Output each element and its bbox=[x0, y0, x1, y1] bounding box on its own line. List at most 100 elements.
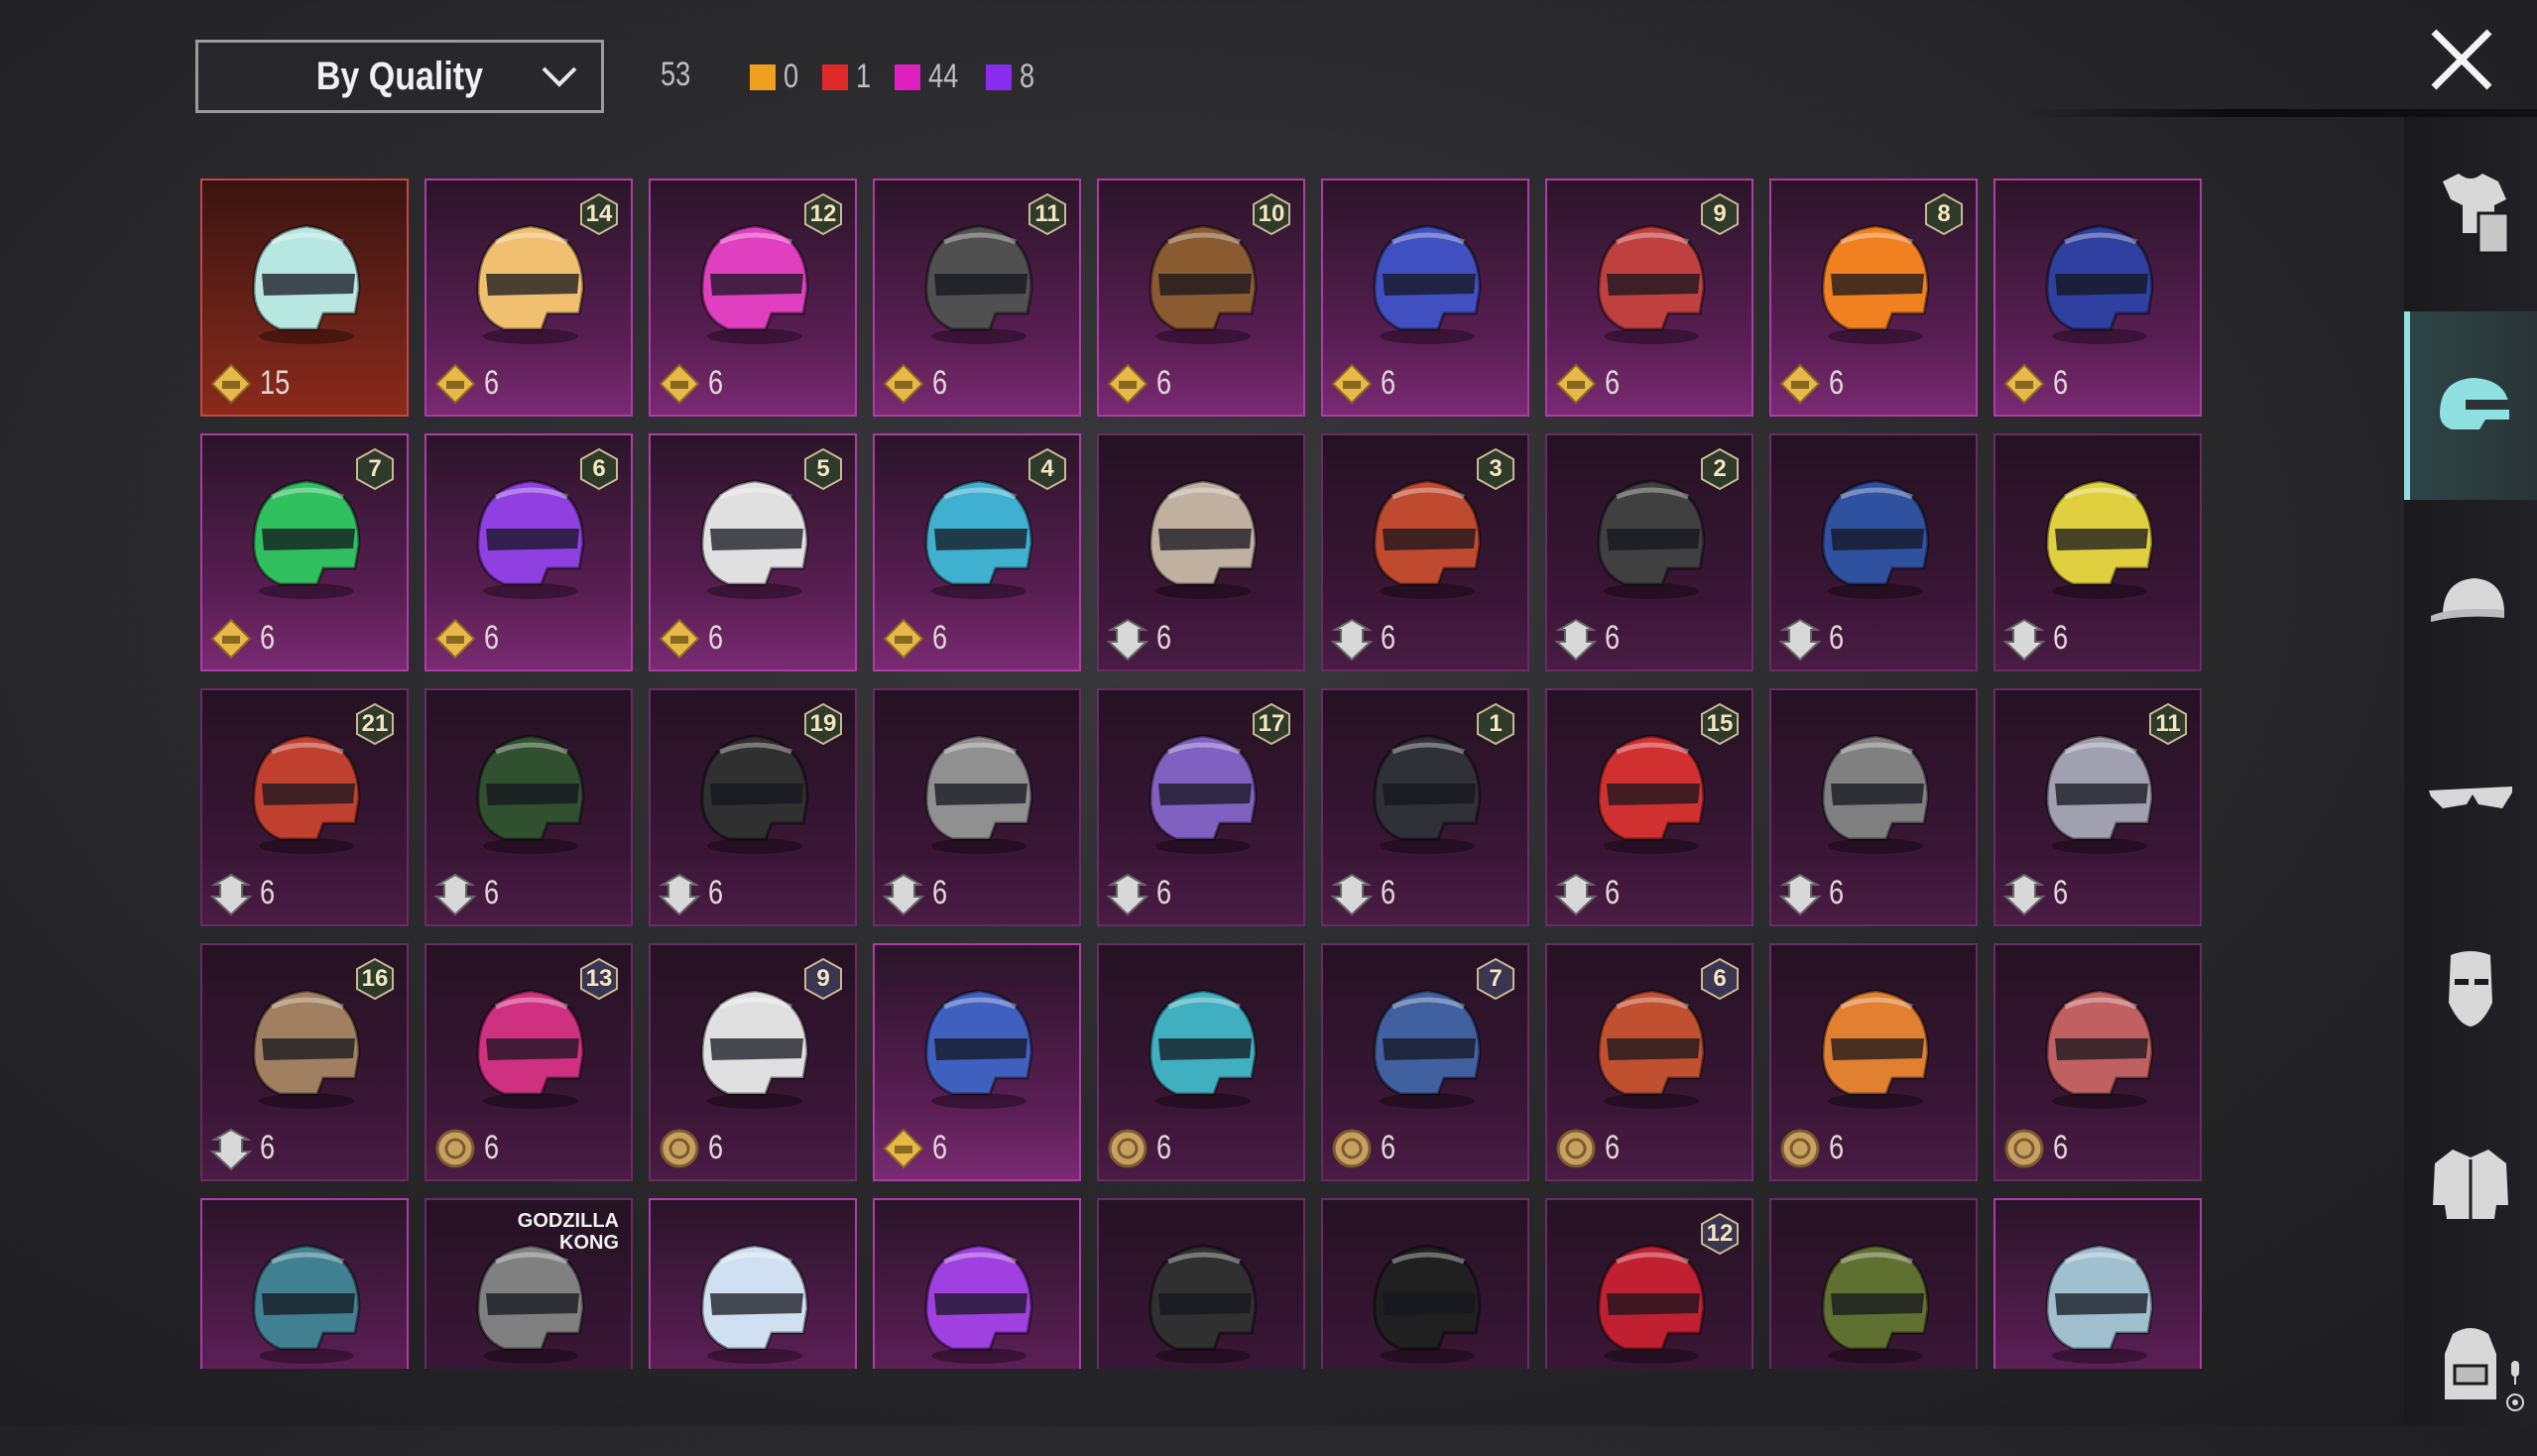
tab-cap[interactable] bbox=[2404, 506, 2537, 694]
helmet-image bbox=[1821, 1244, 1930, 1364]
item-count: 6 bbox=[1829, 874, 1845, 911]
bronze-coin-icon bbox=[2004, 1129, 2044, 1168]
level-badge: 2 bbox=[1700, 447, 1740, 491]
helmet-tile[interactable]: 66 bbox=[1545, 943, 1753, 1181]
sort-dropdown-label: By Quality bbox=[315, 54, 484, 98]
tab-helmet[interactable] bbox=[2404, 311, 2537, 500]
item-count: 6 bbox=[1156, 1129, 1172, 1166]
legend-swatch bbox=[894, 63, 920, 90]
helmet-tile[interactable]: 6 bbox=[1993, 179, 2202, 417]
level-badge: 3 bbox=[1476, 447, 1515, 491]
helmet-tile[interactable]: 6 bbox=[424, 688, 633, 926]
item-count: 6 bbox=[2053, 364, 2069, 402]
helmet-tile[interactable]: 76 bbox=[200, 433, 409, 671]
helmet-tile[interactable]: 12 6 bbox=[649, 179, 857, 417]
header-divider bbox=[2023, 109, 2537, 117]
level-badge: 11 bbox=[2148, 702, 2188, 746]
helmet-tile[interactable]: 56 bbox=[649, 433, 857, 671]
quality-legend: 0 1 44 8 bbox=[750, 58, 1038, 96]
bronze-coin-icon bbox=[1332, 1129, 1372, 1168]
helmet-tile[interactable]: 17 6 bbox=[1097, 688, 1305, 926]
helmet-tile[interactable]: 11 6 bbox=[873, 179, 1081, 417]
helmet-tile[interactable]: 19 6 bbox=[649, 688, 857, 926]
helmet-tile[interactable]: 6 bbox=[1769, 688, 1978, 926]
helmet-tile[interactable]: 96 bbox=[1545, 179, 1753, 417]
helmet-tile[interactable]: 6 bbox=[1993, 433, 2202, 671]
gold-coin-icon bbox=[2003, 363, 2045, 405]
item-count: 6 bbox=[1605, 619, 1621, 657]
helmet-tile[interactable]: 13 6 bbox=[424, 943, 633, 1181]
sort-dropdown[interactable]: By Quality bbox=[195, 40, 604, 113]
gold-coin-icon bbox=[1331, 363, 1373, 405]
helmet-tile[interactable]: 6 bbox=[1321, 179, 1529, 417]
tab-mask[interactable] bbox=[2404, 895, 2537, 1083]
item-count: 6 bbox=[932, 364, 948, 402]
item-count: 6 bbox=[1156, 874, 1172, 911]
helmet-tile[interactable]: 10 6 bbox=[1097, 179, 1305, 417]
gold-coin-icon bbox=[1555, 363, 1597, 405]
helmet-tile[interactable]: 6 bbox=[1097, 433, 1305, 671]
helmet-tile[interactable]: 16 bbox=[1321, 688, 1529, 926]
helmet-tile[interactable]: 12 bbox=[1545, 1198, 1753, 1369]
helmet-tile[interactable]: 6 bbox=[1769, 433, 1978, 671]
silver-coin-icon bbox=[2002, 618, 2046, 662]
helmet-image bbox=[1148, 479, 1258, 599]
helmet-tile[interactable]: 6 bbox=[873, 943, 1081, 1181]
helmet-tile[interactable]: 36 bbox=[1321, 433, 1529, 671]
level-number: 15 bbox=[1706, 710, 1734, 737]
helmet-tile[interactable]: 15 6 bbox=[1545, 688, 1753, 926]
helmet-grid: 15 14 6 12 6 11 6 10 6 6 9 6 8 6 6 7 6 6 6 5 6 4 6 6 3 6 2 6 6 6 21 6 6 1… bbox=[200, 179, 2202, 1369]
tab-outfit[interactable] bbox=[2404, 117, 2537, 305]
helmet-tile[interactable] bbox=[1097, 1198, 1305, 1369]
level-badge: 10 bbox=[1252, 192, 1291, 236]
silver-coin-icon bbox=[1554, 618, 1598, 662]
helmet-tile[interactable] bbox=[649, 1198, 857, 1369]
helmet-tile[interactable]: 26 bbox=[1545, 433, 1753, 671]
item-count: 6 bbox=[708, 874, 724, 911]
level-badge: 4 bbox=[1027, 447, 1067, 491]
helmet-tile[interactable]: 11 6 bbox=[1993, 688, 2202, 926]
tab-glasses[interactable] bbox=[2404, 700, 2537, 889]
helmet-image bbox=[476, 734, 585, 854]
mic-icon[interactable] bbox=[2503, 1357, 2527, 1416]
level-badge: 9 bbox=[1700, 192, 1740, 236]
helmet-tile[interactable]: 66 bbox=[424, 433, 633, 671]
silver-coin-icon bbox=[1778, 873, 1822, 916]
total-count: 53 bbox=[661, 56, 691, 93]
helmet-tile[interactable]: 16 6 bbox=[200, 943, 409, 1181]
outfit-icon bbox=[2443, 174, 2510, 255]
helmet-tile[interactable]: 6 bbox=[1993, 943, 2202, 1181]
helmet-tile[interactable] bbox=[1321, 1198, 1529, 1369]
item-count: 6 bbox=[484, 874, 500, 911]
helmet-tile[interactable]: 6 bbox=[873, 688, 1081, 926]
helmet-tile[interactable] bbox=[200, 1198, 409, 1369]
helmet-tile[interactable] bbox=[873, 1198, 1081, 1369]
helmet-tile[interactable]: 21 6 bbox=[200, 688, 409, 926]
helmet-tile[interactable]: 96 bbox=[649, 943, 857, 1181]
level-badge: 19 bbox=[803, 702, 843, 746]
silver-coin-icon bbox=[1778, 618, 1822, 662]
item-count: 6 bbox=[1156, 619, 1172, 657]
helmet-tile[interactable]: 15 bbox=[200, 179, 409, 417]
gold-coin-icon bbox=[883, 363, 924, 405]
tab-jacket[interactable] bbox=[2404, 1089, 2537, 1277]
helmet-tile[interactable] bbox=[1993, 1198, 2202, 1369]
helmet-tile[interactable]: 6 bbox=[1769, 943, 1978, 1181]
level-number: 5 bbox=[816, 455, 830, 482]
gold-coin-icon bbox=[434, 618, 476, 660]
level-badge: 17 bbox=[1252, 702, 1291, 746]
close-icon[interactable] bbox=[2426, 24, 2497, 95]
helmet-tile[interactable]: GODZILLA KONG bbox=[424, 1198, 633, 1369]
item-count: 6 bbox=[708, 619, 724, 657]
level-number: 2 bbox=[1713, 455, 1727, 482]
helmet-tile[interactable]: 86 bbox=[1769, 179, 1978, 417]
helmet-tile[interactable]: 14 6 bbox=[424, 179, 633, 417]
helmet-tile[interactable]: 46 bbox=[873, 433, 1081, 671]
helmet-tile[interactable] bbox=[1769, 1198, 1978, 1369]
category-sidebar bbox=[2404, 117, 2537, 1426]
item-count: 6 bbox=[2053, 874, 2069, 911]
helmet-tile[interactable]: 76 bbox=[1321, 943, 1529, 1181]
helmet-image bbox=[2045, 224, 2154, 344]
helmet-tile[interactable]: 6 bbox=[1097, 943, 1305, 1181]
silver-coin-icon bbox=[209, 1128, 253, 1171]
